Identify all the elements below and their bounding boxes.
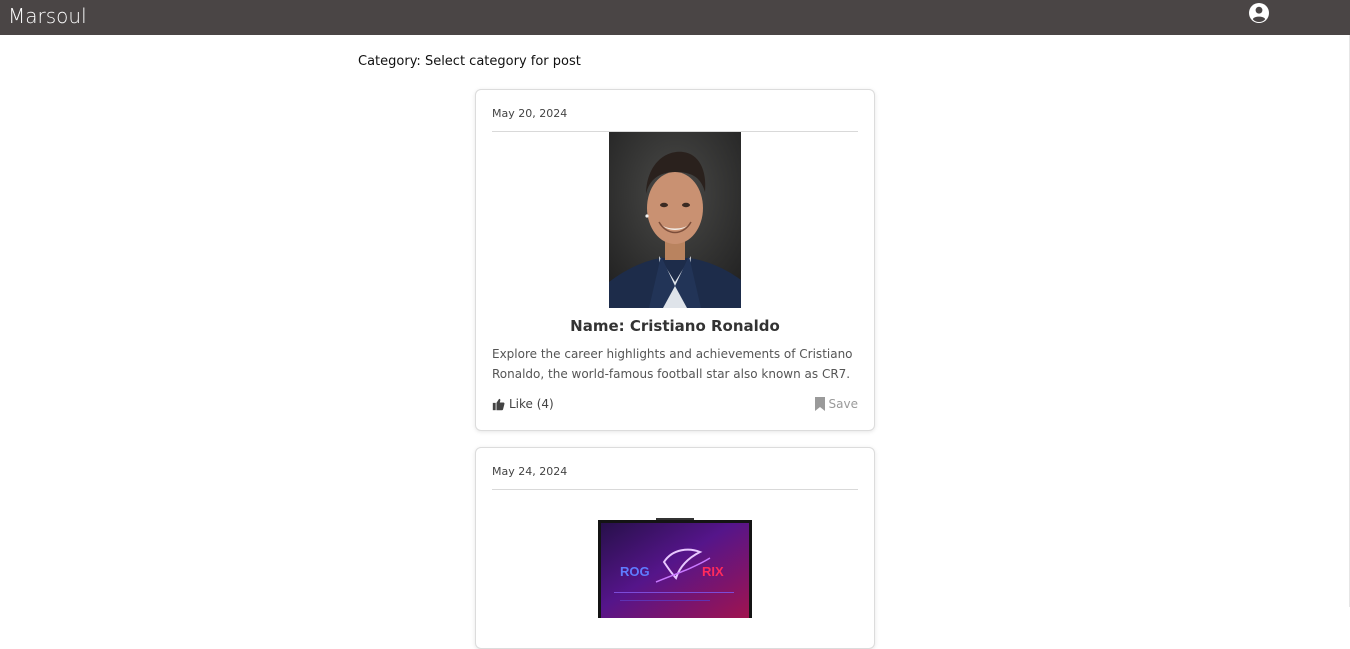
top-navbar: Marsoul (0, 0, 1350, 35)
svg-text:ROG: ROG (620, 564, 650, 579)
like-button[interactable]: Like (4) (492, 397, 554, 411)
post-card: May 24, 2024 ROG RIX (475, 447, 875, 649)
thumbs-up-icon (492, 398, 505, 410)
brand-logo[interactable]: Marsoul (8, 3, 87, 29)
post-date: May 24, 2024 (492, 465, 568, 478)
svg-text:RIX: RIX (702, 564, 724, 579)
category-filter[interactable]: Category: Select category for post (358, 53, 581, 71)
save-label: Save (828, 397, 858, 411)
post-image: ROG RIX (598, 518, 752, 618)
save-button[interactable]: Save (814, 397, 858, 411)
post-card: May 20, 2024 Name: Cristiano Ronaldo Exp… (475, 89, 875, 431)
post-description: Explore the career highlights and achiev… (492, 347, 853, 381)
bookmark-icon (814, 397, 825, 411)
post-title: Name: Cristiano Ronaldo (570, 317, 780, 335)
like-label: Like (4) (509, 397, 554, 411)
post-divider (492, 489, 858, 490)
post-date: May 20, 2024 (492, 107, 568, 120)
post-image (609, 132, 741, 308)
user-circle-icon[interactable] (1249, 3, 1269, 23)
